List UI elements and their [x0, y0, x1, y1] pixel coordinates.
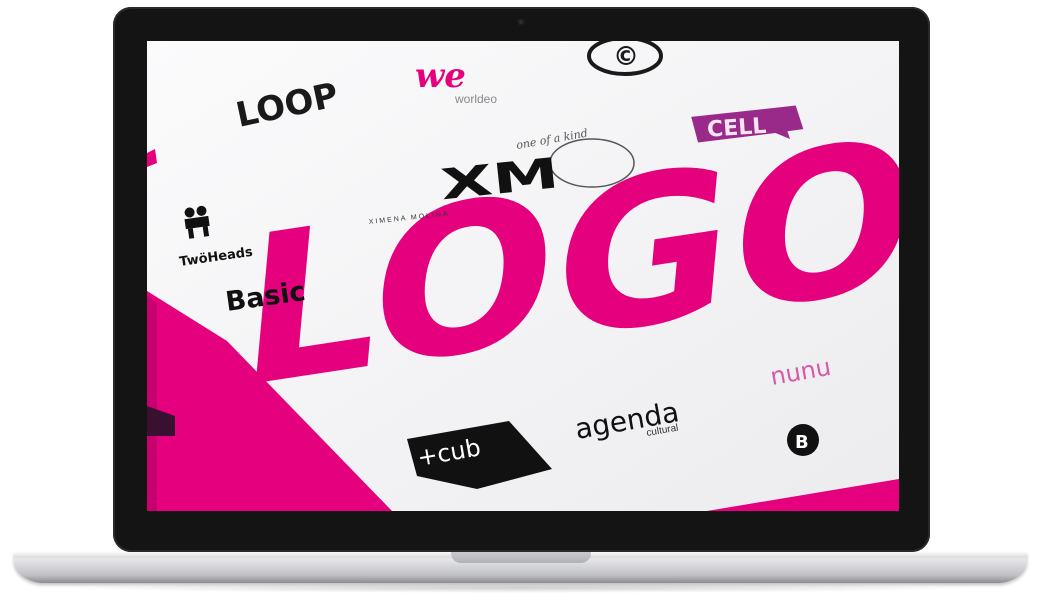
logo-worldeo-mark: we — [415, 56, 466, 96]
laptop-mockup: LOGOS LOOP we worldeo © CELL one of a ki… — [0, 0, 1041, 600]
webcam — [517, 18, 525, 26]
logo-b-badge: B — [787, 424, 819, 456]
lid-opening-notch — [451, 552, 591, 563]
logo-cell-text: CELL — [706, 114, 767, 143]
book-cover-photo: LOGOS LOOP we worldeo © CELL one of a ki… — [147, 41, 899, 511]
laptop-shadow — [60, 583, 981, 593]
logo-copyright-text: © — [613, 42, 639, 72]
logo-worldeo-text: worldeo — [454, 92, 497, 106]
book-spine-shadow — [147, 296, 157, 511]
screen: LOGOS LOOP we worldeo © CELL one of a ki… — [147, 41, 899, 511]
logo-b-badge-text: B — [795, 432, 809, 453]
